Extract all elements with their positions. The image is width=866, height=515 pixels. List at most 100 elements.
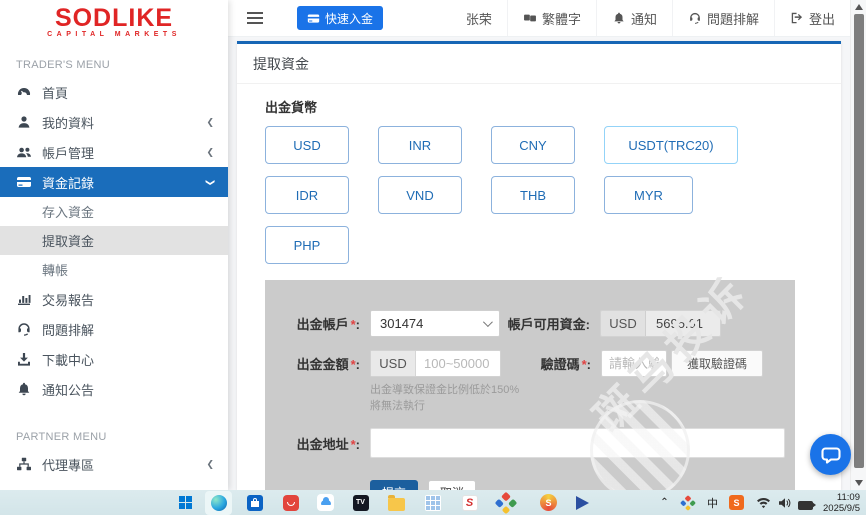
account-select[interactable]: 301474 <box>370 310 500 337</box>
captcha-input[interactable] <box>601 350 667 377</box>
page-title: 提取資金 <box>237 44 841 84</box>
flag-app-icon[interactable] <box>573 493 592 512</box>
cancel-button[interactable]: 取消 <box>428 480 476 490</box>
chevron-left-icon: ❮ <box>206 147 214 158</box>
chevron-down-icon: ❮ <box>205 178 216 186</box>
withdraw-card: 提取資金 出金貨幣 USD INR CNY USDT(TRC20) IDR VN… <box>237 41 841 490</box>
credit-card-icon <box>307 12 320 25</box>
currency-button-thb[interactable]: THB <box>491 176 575 214</box>
sidebar-item-support[interactable]: 問題排解 <box>0 314 228 344</box>
scrollbar-thumb[interactable] <box>854 14 864 468</box>
hamburger-menu-icon[interactable] <box>247 9 263 27</box>
appgallery-icon[interactable] <box>281 493 300 512</box>
sidebar-item-withdraw[interactable]: 提取資金 <box>0 226 228 255</box>
sidebar-item-agent[interactable]: 代理專區 ❮ <box>0 449 228 479</box>
sidebar-item-home[interactable]: 首頁 <box>0 77 228 107</box>
captcha-label: 驗證碼*: <box>501 354 591 373</box>
user-menu[interactable]: 张荣 <box>451 0 507 36</box>
section-trader-menu: TRADER'S MENU <box>0 46 228 77</box>
wifi-icon[interactable] <box>754 493 773 512</box>
amount-field: USD <box>370 350 501 377</box>
chat-bubble-icon <box>819 443 843 467</box>
taskbar-clock[interactable]: 11:09 2025/9/5 <box>823 492 860 514</box>
amount-currency: USD <box>371 351 416 376</box>
chevron-down-icon <box>483 317 493 327</box>
chevron-left-icon: ❮ <box>206 459 214 470</box>
mt-terminal-icon[interactable]: S <box>460 493 479 512</box>
bell-icon <box>612 11 626 25</box>
sogou-input-icon[interactable]: S <box>727 493 746 512</box>
support-link[interactable]: 問題排解 <box>672 0 774 36</box>
amount-input[interactable] <box>416 351 500 376</box>
quick-deposit-button[interactable]: 快速入金 <box>297 6 383 30</box>
live-chat-button[interactable] <box>810 434 851 475</box>
sogou-wheel-icon[interactable]: S <box>539 493 558 512</box>
file-explorer-icon[interactable] <box>387 493 406 512</box>
withdraw-form-panel: 出金帳戶*: 301474 帳戶可用資金: USD 5695.61 <box>265 280 795 490</box>
address-label: 出金地址*: <box>265 434 360 453</box>
app-window: SODLIKE CAPITAL MARKETS TRADER'S MENU 首頁… <box>0 0 866 515</box>
logout-icon <box>790 11 804 25</box>
download-icon <box>16 351 32 367</box>
bar-chart-icon <box>16 291 32 307</box>
tray-expand-icon[interactable]: ⌃ <box>655 493 674 512</box>
sidebar-item-profile[interactable]: 我的資料 ❮ <box>0 107 228 137</box>
sidebar: SODLIKE CAPITAL MARKETS TRADER'S MENU 首頁… <box>0 0 228 490</box>
currency-button-myr[interactable]: MYR <box>604 176 693 214</box>
credit-card-icon <box>16 174 32 190</box>
calendar-app-icon[interactable] <box>423 493 442 512</box>
edge-browser-icon[interactable] <box>209 493 228 512</box>
currency-section-label: 出金貨幣 <box>265 97 813 116</box>
sidebar-item-announcements[interactable]: 通知公告 <box>0 374 228 404</box>
currency-button-idr[interactable]: IDR <box>265 176 349 214</box>
brand-title: SODLIKE <box>0 5 228 31</box>
ime-chinese-indicator[interactable]: 中 <box>703 493 722 512</box>
topbar: 快速入金 张荣 繁體字 通知 問題排解 登出 <box>228 0 850 37</box>
sidebar-item-accounts[interactable]: 帳戶管理 ❮ <box>0 137 228 167</box>
windows-taskbar: TV S S ⌃ 中 S 11:09 2025/9/5 <box>0 490 866 515</box>
currency-button-php[interactable]: PHP <box>265 226 349 264</box>
available-funds-field: USD 5695.61 <box>600 310 721 337</box>
brand-subtitle: CAPITAL MARKETS <box>0 31 228 38</box>
scroll-up-icon[interactable] <box>855 4 863 10</box>
weather-app-icon[interactable] <box>316 493 335 512</box>
available-amount: 5695.61 <box>646 311 720 336</box>
currency-button-inr[interactable]: INR <box>378 126 462 164</box>
available-currency: USD <box>601 311 646 336</box>
currency-button-cny[interactable]: CNY <box>491 126 575 164</box>
clock-time: 11:09 <box>823 492 860 503</box>
currency-button-usd[interactable]: USD <box>265 126 349 164</box>
currency-button-vnd[interactable]: VND <box>378 176 462 214</box>
windows-start-icon[interactable] <box>176 493 195 512</box>
volume-icon[interactable] <box>775 493 794 512</box>
tradingview-icon[interactable]: TV <box>351 493 370 512</box>
sidebar-item-reports[interactable]: 交易報告 <box>0 284 228 314</box>
clock-date: 2025/9/5 <box>823 503 860 514</box>
currency-button-usdt[interactable]: USDT(TRC20) <box>604 126 738 164</box>
sitemap-icon <box>16 456 32 472</box>
browser-scrollbar[interactable] <box>850 0 866 490</box>
microsoft-store-icon[interactable] <box>245 493 264 512</box>
sidebar-item-downloads[interactable]: 下載中心 <box>0 344 228 374</box>
scroll-down-icon[interactable] <box>855 480 863 486</box>
user-icon <box>16 114 32 130</box>
sidebar-item-funds[interactable]: 資金記錄 ❮ <box>0 167 228 197</box>
projector-icon[interactable] <box>796 493 815 512</box>
language-switch[interactable]: 繁體字 <box>507 0 596 36</box>
sidebar-item-transfer[interactable]: 轉帳 <box>0 255 228 284</box>
currency-grid: USD INR CNY USDT(TRC20) IDR VND THB MYR … <box>265 126 795 276</box>
amount-label: 出金金額*: <box>265 354 360 373</box>
notifications-link[interactable]: 通知 <box>596 0 672 36</box>
section-partner-menu: PARTNER MENU <box>0 418 228 449</box>
headset-icon <box>688 11 702 25</box>
brand-logo[interactable]: SODLIKE CAPITAL MARKETS <box>0 0 228 46</box>
submit-button[interactable]: 提交 <box>370 480 418 490</box>
game-center-icon[interactable] <box>496 493 515 512</box>
available-funds-label: 帳戶可用資金: <box>500 314 590 333</box>
logout-link[interactable]: 登出 <box>774 0 850 36</box>
headset-icon <box>16 321 32 337</box>
sidebar-item-deposit[interactable]: 存入資金 <box>0 197 228 226</box>
withdraw-address-input[interactable] <box>370 428 785 458</box>
game-diamond-icon[interactable] <box>678 493 697 512</box>
get-captcha-button[interactable]: 獲取驗證碼 <box>671 350 763 377</box>
